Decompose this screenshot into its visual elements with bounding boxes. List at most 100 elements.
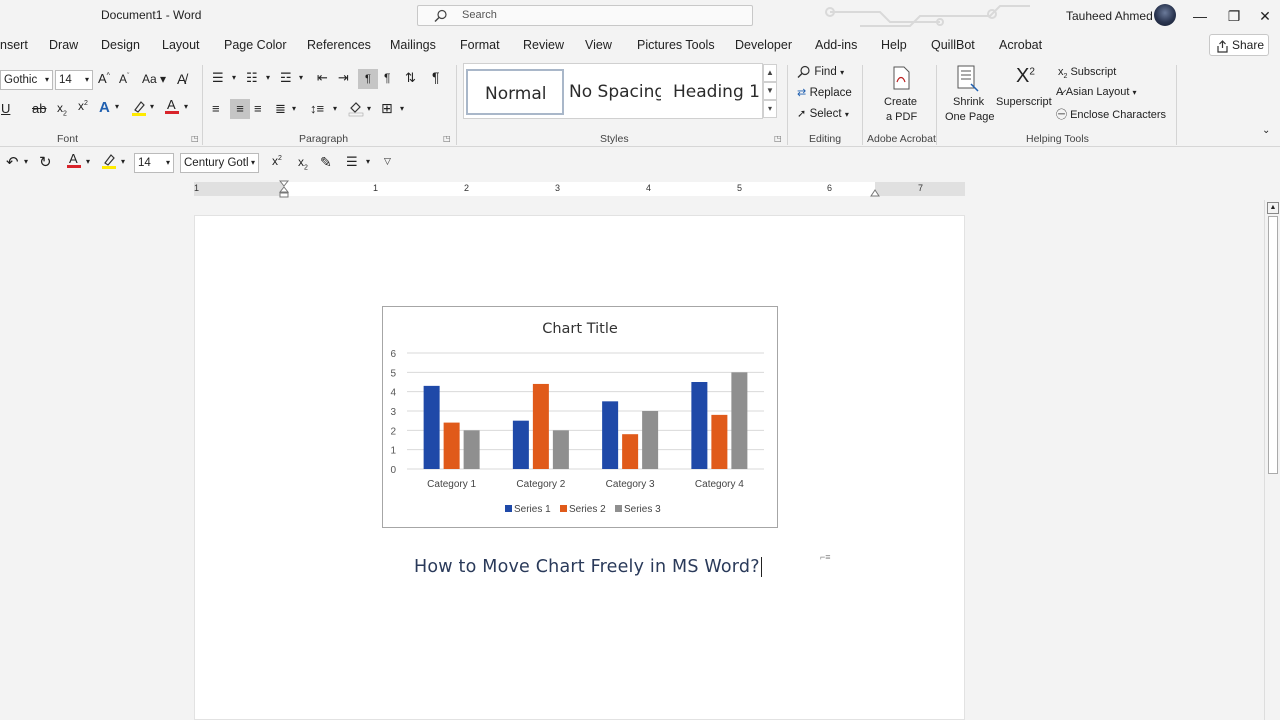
show-formatting-icon[interactable]: ¶	[432, 69, 440, 85]
shrink-one-page-icon[interactable]	[955, 64, 981, 95]
redo-icon[interactable]: ↻	[39, 153, 52, 171]
chevron-down-icon[interactable]: ▾	[150, 102, 154, 111]
chevron-down-icon[interactable]: ▾	[400, 104, 404, 113]
bar-series-3-category-1[interactable]	[463, 430, 480, 469]
font-color-icon[interactable]: A	[66, 151, 82, 172]
style-heading-1[interactable]: Heading 1	[669, 69, 761, 115]
scrollbar-thumb[interactable]	[1268, 216, 1278, 474]
bar-series-1-category-2[interactable]	[512, 420, 529, 469]
bullets-icon[interactable]: ☰	[212, 70, 224, 86]
undo-icon[interactable]: ↶	[6, 153, 19, 171]
chevron-down-icon[interactable]: ▾	[24, 157, 28, 166]
qat-font-size-combo[interactable]: 14 ▾	[134, 153, 174, 173]
decrease-indent-icon[interactable]: ⇤	[317, 70, 328, 86]
chevron-down-icon[interactable]: ▾	[121, 157, 125, 166]
collapse-ribbon-icon[interactable]: ⌄	[1262, 125, 1270, 136]
indent-marker-icon[interactable]	[279, 180, 289, 198]
justify-icon[interactable]: ≣	[275, 101, 286, 117]
superscript-icon[interactable]: x2	[272, 154, 282, 168]
close-button[interactable]: ✕	[1255, 6, 1275, 26]
styles-scroll-down-icon[interactable]: ▼	[763, 82, 777, 100]
text-effects-icon[interactable]: A	[99, 99, 110, 116]
share-button[interactable]: Share	[1209, 34, 1269, 56]
change-case-button[interactable]: Aa ▾	[142, 72, 166, 86]
chevron-down-icon[interactable]: ▾	[299, 73, 303, 82]
highlight-icon[interactable]	[101, 152, 117, 173]
restore-button[interactable]: ❐	[1224, 6, 1244, 26]
tab-add-ins[interactable]: Add-ins	[815, 38, 857, 52]
style-normal[interactable]: Normal	[466, 69, 564, 115]
chevron-down-icon[interactable]: ▾	[184, 102, 188, 111]
tab-insert[interactable]: nsert	[0, 38, 28, 52]
strikethrough-icon[interactable]: ab	[32, 101, 46, 116]
bar-series-1-category-1[interactable]	[423, 385, 440, 469]
right-indent-marker-icon[interactable]	[870, 187, 880, 197]
shading-icon[interactable]	[348, 99, 364, 120]
tab-quillbot[interactable]: QuillBot	[931, 38, 975, 52]
find-button[interactable]: Find ▾	[797, 64, 844, 79]
font-color-icon[interactable]: A	[164, 97, 180, 118]
tab-mailings[interactable]: Mailings	[390, 38, 436, 52]
user-name[interactable]: Tauheed Ahmed	[1066, 9, 1153, 23]
bar-series-2-category-2[interactable]	[532, 383, 549, 469]
edit-document-icon[interactable]: ✎	[320, 154, 332, 171]
bullets-icon[interactable]: ☰	[346, 154, 358, 170]
bar-series-3-category-4[interactable]	[731, 372, 748, 469]
tab-references[interactable]: References	[307, 38, 371, 52]
horizontal-ruler[interactable]: 1 1 2 3 4 5 6 7	[194, 180, 965, 198]
minimize-button[interactable]: —	[1190, 6, 1210, 26]
chevron-down-icon[interactable]: ▾	[266, 73, 270, 82]
tab-design[interactable]: Design	[101, 38, 140, 52]
tab-developer[interactable]: Developer	[735, 38, 792, 52]
qat-font-name-combo[interactable]: Century Gotl ▾	[180, 153, 259, 173]
dialog-launcher-icon[interactable]: ◳	[443, 134, 451, 143]
line-spacing-icon[interactable]: ↕≡	[310, 101, 324, 116]
superscript-button[interactable]: Superscript	[996, 96, 1052, 108]
customize-toolbar-icon[interactable]: ▽	[384, 156, 391, 167]
align-center-icon[interactable]: ≡	[230, 99, 250, 119]
shrink-label-1[interactable]: Shrink	[953, 96, 984, 108]
search-box[interactable]: Search	[417, 5, 753, 26]
replace-button[interactable]: ⇄ Replace	[797, 85, 852, 99]
styles-scroll-up-icon[interactable]: ▲	[763, 64, 777, 82]
layout-options-icon[interactable]: ⌐≡	[820, 552, 831, 562]
bar-series-2-category-1[interactable]	[443, 422, 460, 469]
ltr-paragraph-icon[interactable]: ¶	[384, 71, 390, 85]
grow-font-icon[interactable]: A^	[98, 71, 110, 86]
bar-series-2-category-4[interactable]	[711, 414, 728, 469]
superscript-big-icon[interactable]: X2	[1016, 65, 1035, 88]
shrink-label-2[interactable]: One Page	[945, 111, 995, 123]
chevron-down-icon[interactable]: ▾	[115, 102, 119, 111]
styles-more-icon[interactable]: ▾	[763, 100, 777, 118]
chevron-down-icon[interactable]: ▾	[292, 104, 296, 113]
highlight-icon[interactable]	[131, 99, 147, 120]
chevron-down-icon[interactable]: ▾	[367, 104, 371, 113]
numbering-icon[interactable]: ☷	[246, 70, 258, 86]
bar-series-2-category-3[interactable]	[622, 434, 639, 469]
scroll-up-icon[interactable]: ▲	[1267, 202, 1279, 214]
chevron-down-icon[interactable]: ▾	[232, 73, 236, 82]
chevron-down-icon[interactable]: ▾	[86, 157, 90, 166]
borders-icon[interactable]: ⊞	[381, 100, 393, 117]
vertical-scrollbar[interactable]: ▲	[1264, 200, 1280, 720]
text-direction-icon[interactable]: ¶	[358, 69, 378, 89]
tab-help[interactable]: Help	[881, 38, 907, 52]
tab-review[interactable]: Review	[523, 38, 564, 52]
tab-acrobat[interactable]: Acrobat	[999, 38, 1042, 52]
font-name-combo[interactable]: Gothic ▾	[0, 70, 53, 90]
tab-view[interactable]: View	[585, 38, 612, 52]
avatar[interactable]	[1154, 4, 1176, 26]
subscript-button[interactable]: x2 Subscript	[1058, 66, 1116, 80]
dialog-launcher-icon[interactable]: ◳	[774, 134, 782, 143]
enclose-characters-button[interactable]: ㊀ Enclose Characters	[1056, 106, 1166, 122]
create-pdf-label-2[interactable]: a PDF	[886, 111, 917, 123]
embedded-chart[interactable]: Chart Title 0 1 2 3 4 5 6 Category 1 Category 2…	[382, 306, 778, 528]
tab-format[interactable]: Format	[460, 38, 500, 52]
tab-layout[interactable]: Layout	[162, 38, 200, 52]
create-pdf-icon[interactable]	[891, 66, 911, 93]
bar-series-3-category-2[interactable]	[552, 430, 569, 469]
align-left-icon[interactable]: ≡	[212, 101, 220, 116]
tab-page-color[interactable]: Page Color	[224, 38, 287, 52]
subscript-icon[interactable]: x2	[57, 101, 67, 117]
chevron-down-icon[interactable]: ▾	[366, 157, 370, 166]
